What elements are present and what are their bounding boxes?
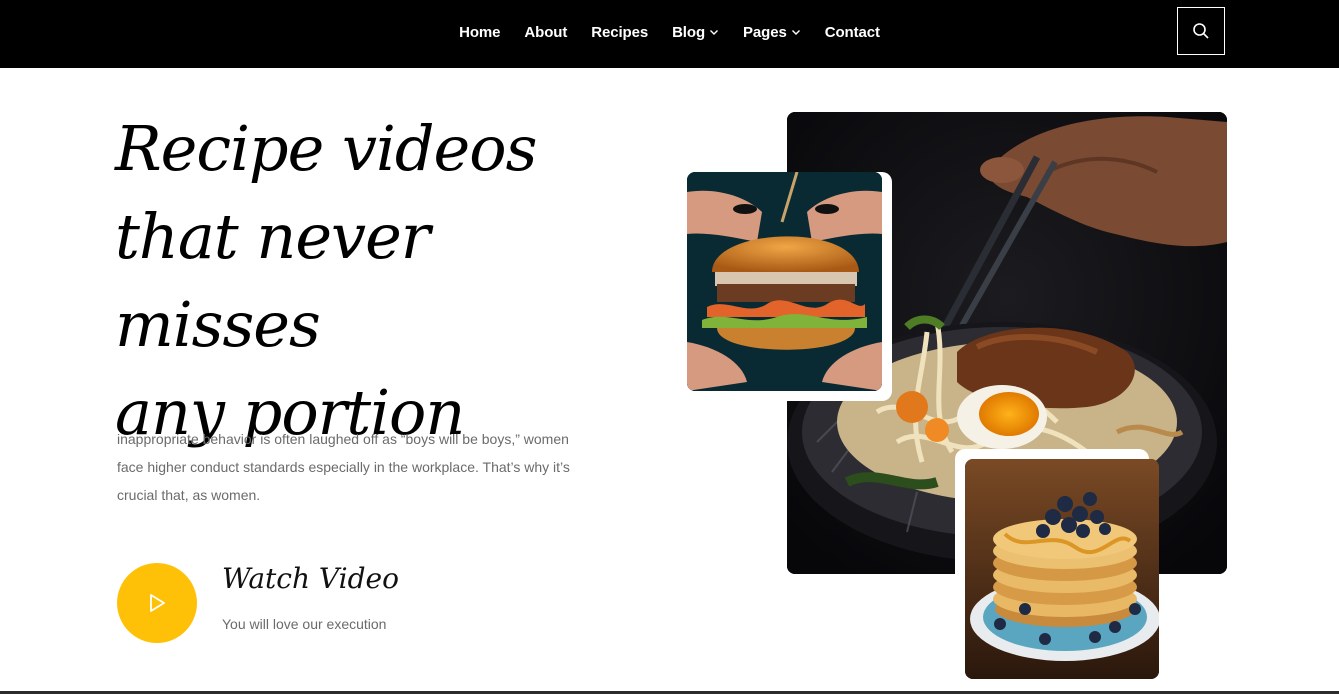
- chevron-down-icon: [791, 30, 800, 35]
- nav-label: About: [524, 23, 568, 41]
- nav-menu: Home About Recipes Blog Pages Contact: [0, 0, 1339, 64]
- hero-title-line: Recipe videos: [115, 112, 537, 185]
- hero-description: inappropriate behavior is often laughed …: [117, 431, 570, 503]
- play-video-button[interactable]: [117, 563, 197, 643]
- nav-item-blog[interactable]: Blog: [672, 24, 719, 41]
- search-button[interactable]: [1177, 7, 1225, 55]
- nav-label: Recipes: [591, 23, 649, 41]
- pancake-image: [965, 459, 1159, 679]
- hero-title: Recipe videos that never misses any port…: [115, 105, 635, 457]
- nav-item-contact[interactable]: Contact: [825, 24, 880, 41]
- nav-item-home[interactable]: Home: [459, 24, 500, 41]
- nav-label: Pages: [743, 23, 787, 41]
- hero-title-line: that never misses: [115, 200, 430, 361]
- watch-video-subtitle: You will love our execution: [222, 616, 387, 632]
- nav-label: Home: [459, 23, 501, 41]
- nav-item-about[interactable]: About: [524, 24, 567, 41]
- nav-item-pages[interactable]: Pages: [743, 24, 801, 41]
- top-navbar: Home About Recipes Blog Pages Contact: [0, 0, 1339, 68]
- nav-label: Blog: [672, 23, 706, 41]
- search-icon: [1193, 23, 1209, 39]
- chevron-down-icon: [710, 30, 719, 35]
- nav-label: Contact: [824, 23, 880, 41]
- burger-image: [687, 172, 882, 391]
- watch-video-title[interactable]: Watch Video: [222, 562, 399, 595]
- nav-item-recipes[interactable]: Recipes: [591, 24, 648, 41]
- play-icon: [150, 594, 165, 612]
